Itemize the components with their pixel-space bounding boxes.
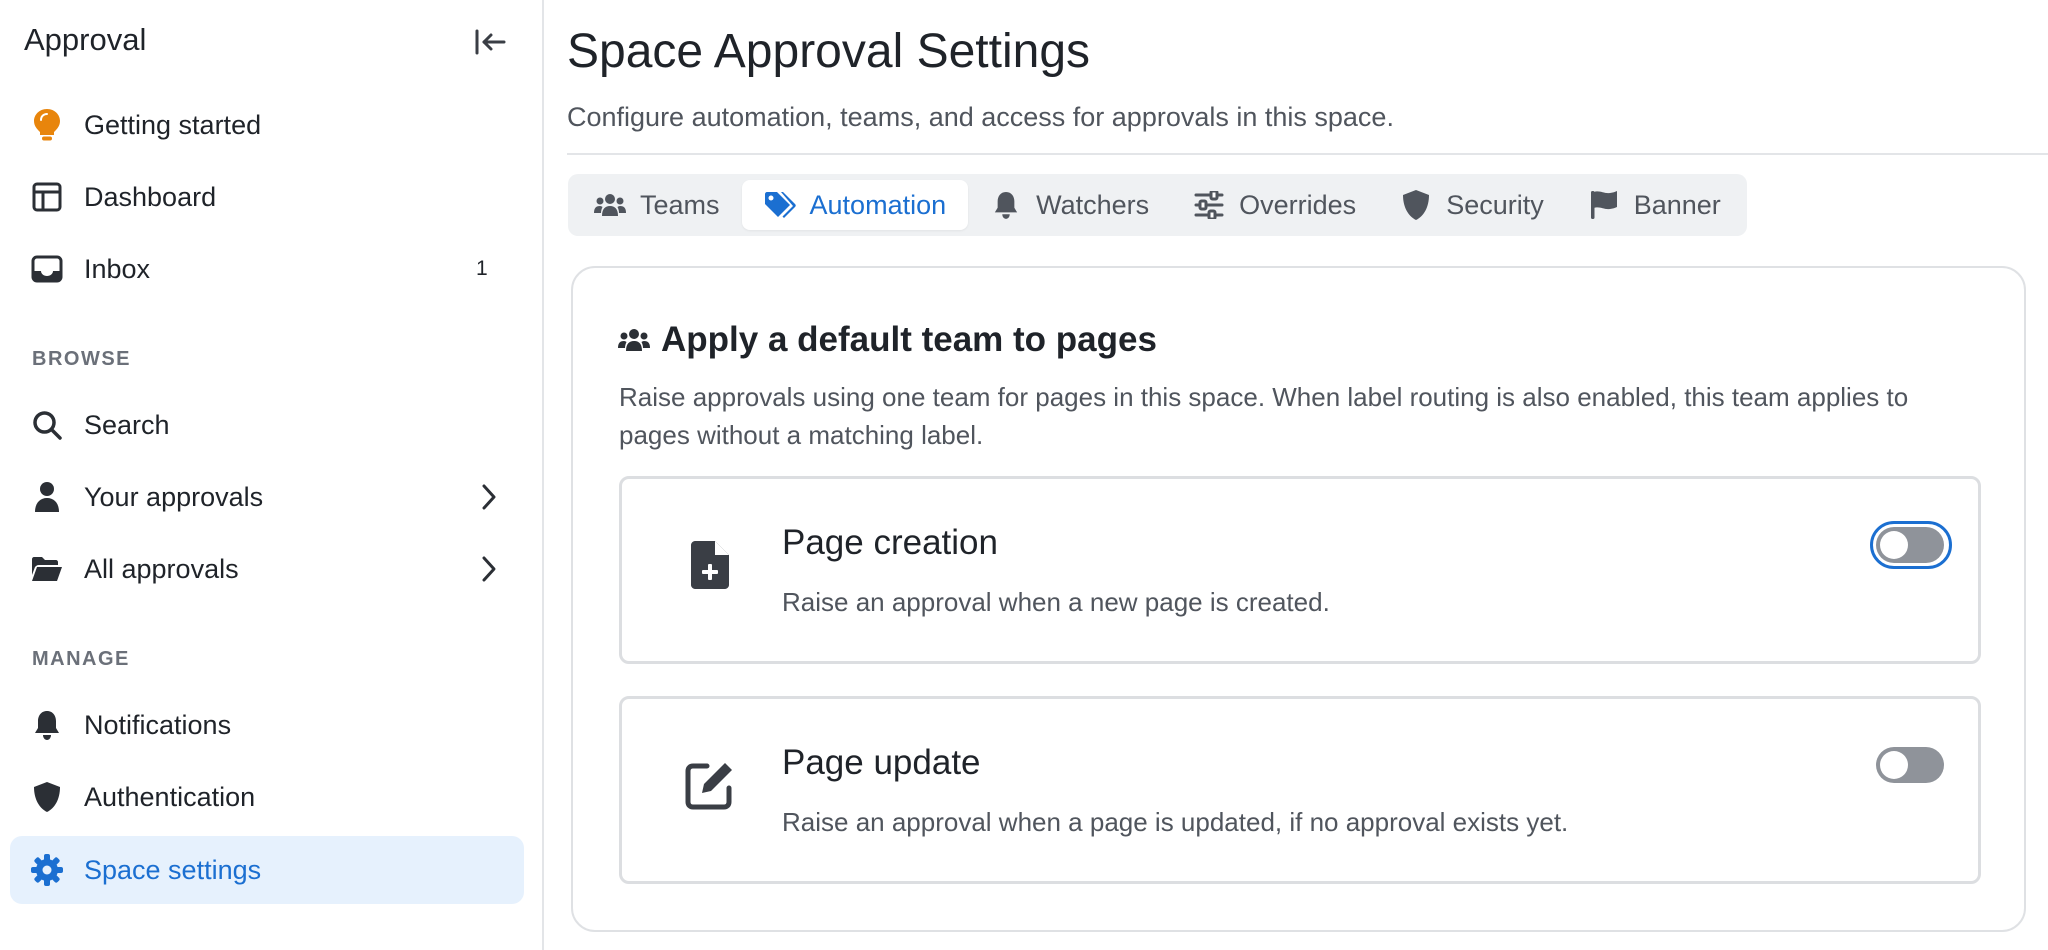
tab-label: Overrides	[1239, 189, 1357, 220]
tab-automation[interactable]: Automation	[741, 180, 969, 230]
sidebar-item-getting-started[interactable]: Getting started	[10, 91, 524, 159]
sidebar-item-label: All approvals	[84, 553, 239, 584]
dashboard-icon	[30, 180, 64, 214]
sliders-icon	[1193, 190, 1225, 220]
inbox-icon	[30, 252, 64, 286]
card-description: Raise an approval when a page is updated…	[782, 807, 1569, 837]
tab-label: Teams	[640, 189, 720, 220]
tab-label: Automation	[809, 189, 947, 220]
shield-icon	[1400, 190, 1432, 220]
collapse-sidebar-button[interactable]	[468, 22, 512, 62]
card-title: Page update	[782, 743, 981, 782]
sidebar-item-inbox[interactable]: Inbox 1	[10, 235, 524, 303]
inbox-count-badge: 1	[476, 257, 488, 280]
main-content: Space Approval Settings Configure automa…	[544, 0, 2048, 950]
tab-label: Watchers	[1036, 189, 1150, 220]
toggle-knob	[1880, 531, 1908, 559]
page-creation-toggle[interactable]	[1870, 521, 1952, 569]
users-icon	[617, 323, 651, 357]
chevron-right-icon[interactable]	[474, 552, 504, 586]
sidebar-item-search[interactable]: Search	[10, 391, 524, 459]
panel-title: Apply a default team to pages	[661, 320, 1157, 359]
tab-label: Banner	[1633, 189, 1721, 220]
sidebar-item-authentication[interactable]: Authentication	[10, 763, 524, 831]
bell-icon	[990, 190, 1022, 220]
gear-icon	[30, 853, 64, 887]
sidebar-item-dashboard[interactable]: Dashboard	[10, 163, 524, 231]
search-icon	[30, 408, 64, 442]
card-description: Raise an approval when a new page is cre…	[782, 587, 1330, 617]
sidebar: Approval Getting started Dashboard Inbox…	[0, 0, 544, 950]
sidebar-item-label: Notifications	[84, 709, 232, 740]
tab-security[interactable]: Security	[1378, 180, 1566, 230]
toggle-knob	[1880, 751, 1908, 779]
sidebar-item-label: Search	[84, 409, 170, 440]
page-subtitle: Configure automation, teams, and access …	[567, 102, 1394, 132]
tab-overrides[interactable]: Overrides	[1171, 180, 1378, 230]
collapse-left-icon	[475, 29, 506, 55]
users-icon	[594, 190, 626, 220]
flag-icon	[1588, 190, 1620, 220]
sidebar-item-label: Your approvals	[84, 481, 264, 512]
default-team-panel: Apply a default team to pages Raise appr…	[571, 266, 2026, 932]
app-title: Approval	[24, 22, 147, 57]
sidebar-item-space-settings[interactable]: Space settings	[10, 836, 524, 904]
sidebar-item-label: Dashboard	[84, 181, 217, 212]
file-plus-icon	[682, 537, 738, 593]
section-label-browse: BROWSE	[32, 348, 131, 370]
sidebar-item-label: Getting started	[84, 109, 262, 140]
page-title: Space Approval Settings	[567, 25, 1091, 78]
sidebar-item-label: Authentication	[84, 781, 256, 812]
edit-icon	[682, 757, 738, 813]
page-creation-card: Page creation Raise an approval when a n…	[619, 476, 1981, 664]
folder-open-icon	[30, 552, 64, 586]
lightbulb-icon	[30, 108, 64, 142]
page-update-toggle[interactable]	[1870, 741, 1944, 783]
user-icon	[30, 480, 64, 514]
page-update-card: Page update Raise an approval when a pag…	[619, 696, 1981, 884]
divider	[567, 153, 2048, 155]
panel-header: Apply a default team to pages	[617, 320, 1157, 360]
sidebar-item-notifications[interactable]: Notifications	[10, 691, 524, 759]
tab-label: Security	[1446, 189, 1544, 220]
chevron-right-icon[interactable]	[474, 480, 504, 514]
tab-watchers[interactable]: Watchers	[968, 180, 1171, 230]
settings-tabs: Teams Automation Watchers Overrides Secu…	[568, 174, 1747, 236]
card-title: Page creation	[782, 523, 998, 562]
panel-description: Raise approvals using one team for pages…	[619, 382, 1909, 450]
section-label-manage: MANAGE	[32, 648, 130, 670]
sidebar-item-label: Inbox	[84, 253, 151, 284]
sidebar-item-label: Space settings	[84, 854, 262, 885]
app-root: Approval Getting started Dashboard Inbox…	[0, 0, 2048, 950]
tab-teams[interactable]: Teams	[572, 180, 742, 230]
tab-banner[interactable]: Banner	[1566, 180, 1743, 230]
shield-icon	[30, 780, 64, 814]
bell-icon	[30, 708, 64, 742]
sidebar-item-your-approvals[interactable]: Your approvals	[10, 463, 524, 531]
tags-icon	[764, 190, 796, 220]
sidebar-item-all-approvals[interactable]: All approvals	[10, 535, 524, 603]
